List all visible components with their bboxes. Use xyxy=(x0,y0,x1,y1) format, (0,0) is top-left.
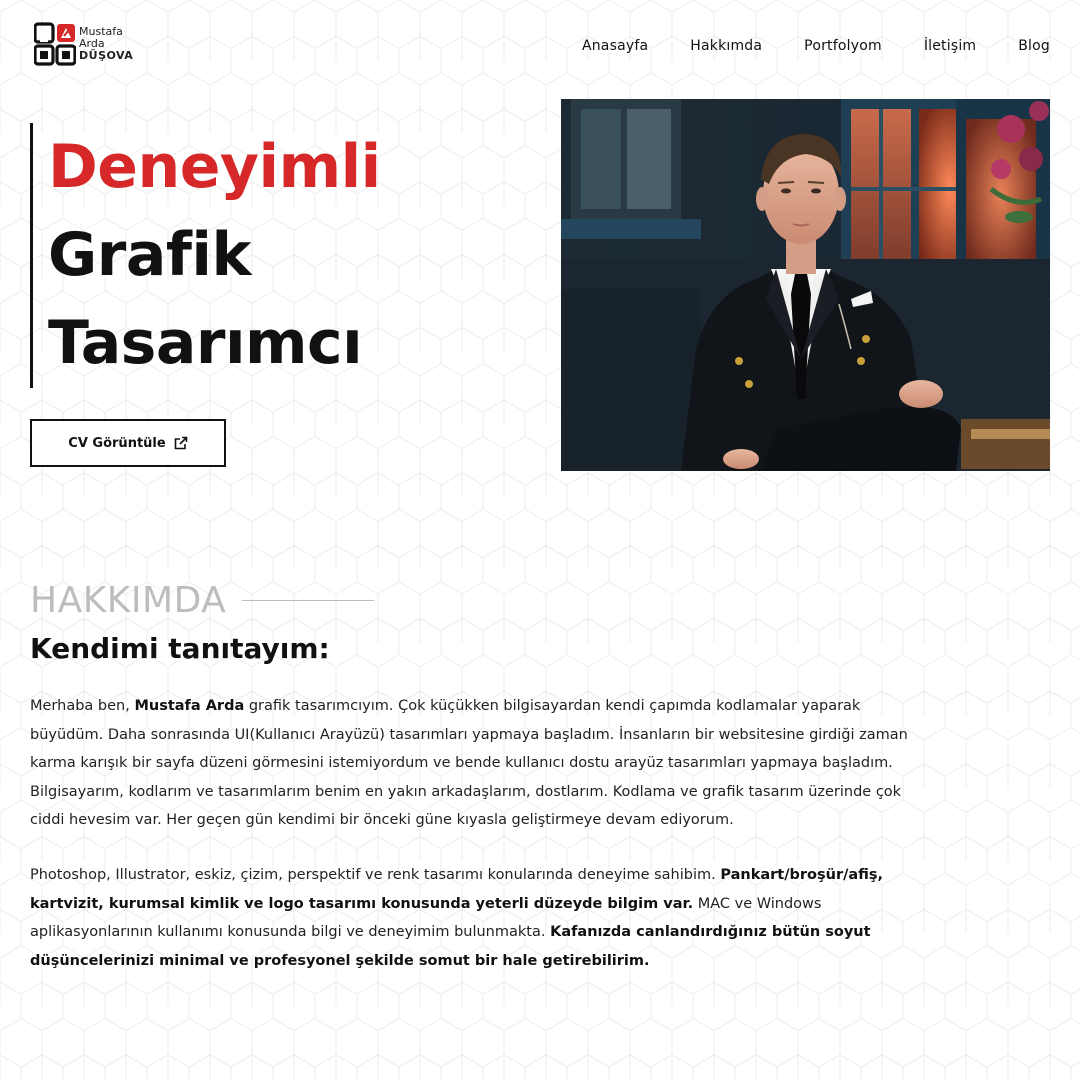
external-link-icon xyxy=(174,436,188,450)
page: Mustafa Arda DÜŞOVA Anasayfa Hakkımda Po… xyxy=(0,0,1080,1080)
about-section-label-row: HAKKIMDA xyxy=(30,580,375,621)
logo-line-3: DÜŞOVA xyxy=(79,49,134,62)
logo-monogram-icon xyxy=(34,22,76,66)
about-p1-text-1: Merhaba ben, xyxy=(30,698,135,714)
hero-title: Deneyimli Grafik Tasarımcı xyxy=(30,123,381,388)
site-logo[interactable]: Mustafa Arda DÜŞOVA xyxy=(34,22,133,66)
cv-view-button[interactable]: CV Görüntüle xyxy=(30,419,226,467)
about-p2-text-1: Photoshop, Illustrator, eskiz, çizim, pe… xyxy=(30,867,721,883)
nav-item-blog[interactable]: Blog xyxy=(1018,38,1050,54)
about-paragraph-2: Photoshop, Illustrator, eskiz, çizim, pe… xyxy=(30,861,930,975)
hero-title-line-3: Tasarımcı xyxy=(48,308,363,378)
hero-title-line-1: Deneyimli xyxy=(48,132,381,202)
nav-item-portfolyom[interactable]: Portfolyom xyxy=(804,38,882,54)
main-nav: Anasayfa Hakkımda Portfolyom İletişim Bl… xyxy=(582,38,1050,54)
nav-item-hakkimda[interactable]: Hakkımda xyxy=(690,38,762,54)
nav-item-anasayfa[interactable]: Anasayfa xyxy=(582,38,648,54)
section-divider xyxy=(242,600,375,601)
about-heading: Kendimi tanıtayım: xyxy=(30,632,330,665)
about-section-label: HAKKIMDA xyxy=(30,580,227,621)
nav-item-iletisim[interactable]: İletişim xyxy=(924,38,976,54)
cv-view-button-label: CV Görüntüle xyxy=(68,435,166,451)
profile-photo xyxy=(561,99,1050,471)
hero-title-line-2: Grafik xyxy=(48,220,251,290)
about-paragraph-1: Merhaba ben, Mustafa Arda grafik tasarım… xyxy=(30,692,930,835)
about-p1-bold-name: Mustafa Arda xyxy=(134,698,245,714)
logo-text: Mustafa Arda DÜŞOVA xyxy=(79,26,133,62)
about-p1-text-2: grafik tasarımcıyım. Çok küçükken bilgis… xyxy=(30,698,908,828)
